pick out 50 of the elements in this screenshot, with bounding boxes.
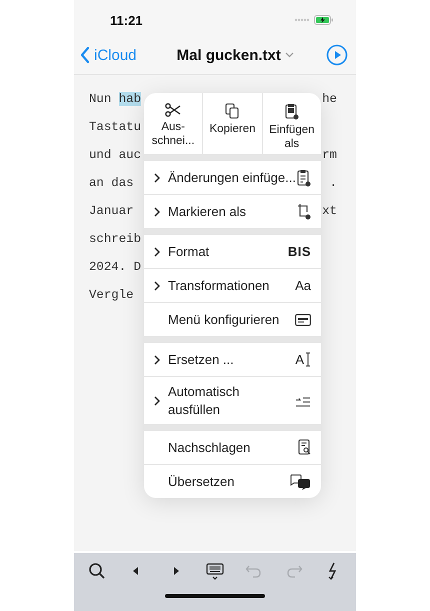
menu-item[interactable]: Format BIS <box>144 235 321 268</box>
text-line: 2024. D <box>89 260 142 274</box>
play-icon[interactable] <box>326 44 348 66</box>
text-line: he <box>322 92 337 106</box>
menu-item[interactable]: Markieren als <box>144 195 321 228</box>
signal-icon <box>294 18 310 22</box>
back-chevron-icon <box>80 46 90 64</box>
text-line: xt <box>322 204 337 218</box>
copy-icon <box>225 103 240 119</box>
menu-item[interactable]: Nachschlagen <box>144 431 321 464</box>
text-line: und auc <box>89 148 142 162</box>
chevron-down-icon <box>284 52 294 58</box>
clipboard-icon <box>297 168 311 186</box>
chevron-icon <box>154 396 160 406</box>
document-search-icon <box>298 439 311 456</box>
text-line: Januar <box>89 204 134 218</box>
chevron-icon <box>154 206 160 216</box>
crop-icon <box>297 203 311 220</box>
text-line: Tastatu <box>89 120 142 134</box>
menu-action[interactable]: Einfügen als <box>262 93 321 154</box>
menu-item[interactable]: Transformationen Aa <box>144 269 321 302</box>
text-line: an das <box>89 176 134 190</box>
chevron-icon <box>154 172 160 182</box>
translate-icon <box>289 474 311 490</box>
status-time: 11:21 <box>110 12 143 28</box>
text-line: rm <box>322 148 337 162</box>
menu-item[interactable]: Änderungen einfüge... <box>144 161 321 194</box>
text-cursor-icon <box>305 352 311 367</box>
format-glyph: BIS <box>288 244 311 259</box>
document-title[interactable]: Mal gucken.txt <box>176 46 294 64</box>
text-line: schreib <box>89 232 142 246</box>
scissors-icon <box>165 103 182 117</box>
chevron-icon <box>154 246 160 256</box>
text-line: Nun hab <box>89 92 142 106</box>
menu-action[interactable]: Aus- schnei... <box>144 93 202 154</box>
menu-item[interactable]: Menü konfigurieren <box>144 303 321 336</box>
text-line: Vergle <box>89 288 134 302</box>
chevron-icon <box>154 280 160 290</box>
list-arrow-icon <box>295 394 311 407</box>
replace-glyph: A <box>295 352 304 367</box>
battery-icon <box>314 15 334 25</box>
menu-item[interactable]: Automatisch ausfüllen <box>144 377 321 424</box>
chevron-icon <box>154 354 160 364</box>
case-glyph: Aa <box>295 278 311 293</box>
menu-item[interactable]: Ersetzen ... A <box>144 343 321 376</box>
clipboard-icon <box>284 103 299 120</box>
menu-item[interactable]: Übersetzen <box>144 465 321 498</box>
text-line: . <box>330 176 337 190</box>
menu-card-icon <box>295 314 311 326</box>
menu-action[interactable]: Kopieren <box>203 93 262 154</box>
